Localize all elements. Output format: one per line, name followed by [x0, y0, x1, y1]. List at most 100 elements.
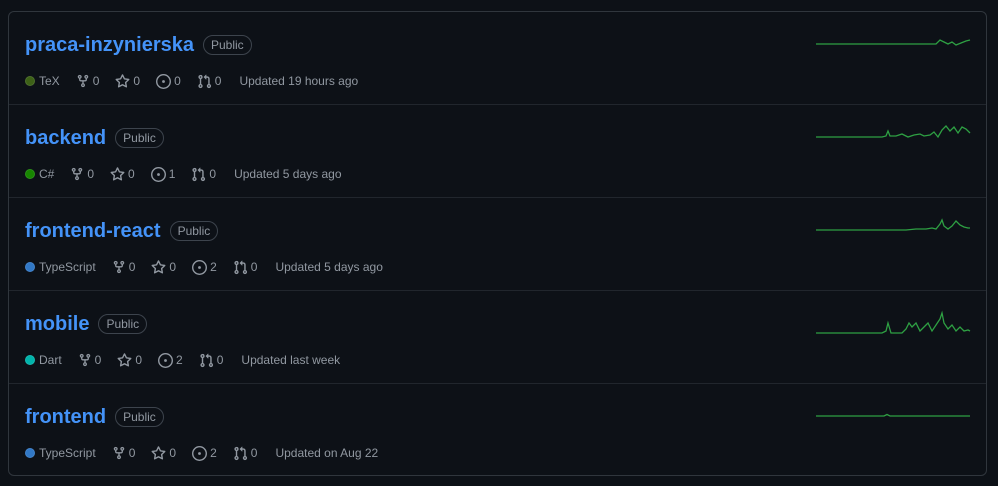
- fork-icon: [113, 446, 124, 460]
- language-color-dot: [25, 448, 35, 458]
- issues-count: 1: [168, 167, 176, 181]
- repo-row: praca-inzynierska Public TeX 0 0 0 0 Upd…: [9, 12, 986, 105]
- issues-count: 0: [174, 74, 181, 88]
- stars-link[interactable]: 0: [115, 73, 141, 89]
- updated-time: Updated 5 days ago: [234, 167, 342, 181]
- forks-count: 0: [92, 74, 100, 88]
- repo-meta: Dart 0 0 2 0 Updated last week: [25, 351, 340, 369]
- updated-time: Updated last week: [241, 353, 341, 367]
- language: TypeScript: [25, 260, 96, 274]
- visibility-badge: Public: [115, 407, 164, 427]
- fork-icon: [77, 74, 88, 88]
- issues-link[interactable]: 0: [156, 73, 181, 89]
- repo-meta: C# 0 0 1 0 Updated 5 days ago: [25, 165, 342, 183]
- language-label: TypeScript: [39, 260, 96, 274]
- repo-row: frontend Public TypeScript 0 0 2 0 Updat…: [9, 384, 986, 475]
- issues-count: 2: [210, 446, 217, 460]
- activity-sparkline: [816, 310, 971, 334]
- repo-name-link[interactable]: frontend: [25, 405, 106, 429]
- forks-count: 0: [128, 446, 136, 460]
- visibility-badge: Public: [169, 221, 219, 241]
- repository-list: praca-inzynierska Public TeX 0 0 0 0 Upd…: [8, 11, 987, 476]
- updated-time: Updated on Aug 22: [275, 446, 379, 460]
- issue-icon: [150, 166, 166, 182]
- activity-sparkline: [816, 218, 970, 231]
- pulls-count: 0: [216, 353, 224, 367]
- forks-count: 0: [94, 353, 102, 367]
- language: C#: [25, 167, 54, 181]
- stars-count: 0: [169, 446, 177, 460]
- pulls-link[interactable]: 0: [197, 74, 222, 89]
- issues-link[interactable]: 2: [192, 445, 217, 461]
- stars-count: 0: [135, 353, 143, 367]
- pulls-link[interactable]: 0: [233, 446, 258, 461]
- star-icon: [117, 352, 132, 367]
- pulls-count: 0: [214, 74, 222, 88]
- issues-link[interactable]: 2: [158, 352, 183, 368]
- pulls-link[interactable]: 0: [233, 260, 258, 275]
- repo-meta: TeX 0 0 0 0 Updated 19 hours ago: [25, 72, 358, 90]
- forks-link[interactable]: 0: [78, 353, 102, 367]
- forks-link[interactable]: 0: [70, 167, 94, 181]
- issues-count: 2: [210, 260, 217, 274]
- language: TypeScript: [25, 446, 96, 460]
- stars-link[interactable]: 0: [151, 445, 177, 461]
- repo-name-link[interactable]: backend: [25, 126, 106, 150]
- sparkline-line: [816, 218, 970, 231]
- stars-count: 0: [128, 167, 135, 181]
- pull-request-icon: [234, 260, 247, 274]
- sparkline-line: [816, 39, 971, 46]
- star-icon: [115, 73, 130, 88]
- activity-sparkline: [816, 39, 971, 46]
- fork-icon: [79, 353, 90, 367]
- star-icon: [151, 445, 166, 460]
- stars-link[interactable]: 0: [117, 352, 143, 368]
- language-color-dot: [25, 76, 35, 86]
- pulls-count: 0: [250, 260, 258, 274]
- pull-request-icon: [192, 167, 206, 181]
- activity-sparkline: [816, 413, 970, 417]
- forks-count: 0: [128, 260, 136, 274]
- repo-name-link[interactable]: praca-inzynierska: [25, 33, 194, 57]
- language-color-dot: [25, 355, 35, 365]
- pull-request-icon: [200, 353, 213, 367]
- issues-link[interactable]: 1: [150, 166, 176, 182]
- issue-icon: [156, 73, 172, 89]
- star-icon: [151, 259, 166, 274]
- repo-title-line: frontend-react Public: [25, 219, 219, 243]
- pull-request-icon: [234, 446, 247, 460]
- stars-link[interactable]: 0: [151, 259, 176, 275]
- forks-link[interactable]: 0: [76, 74, 100, 88]
- issues-link[interactable]: 2: [192, 259, 217, 275]
- stars-count: 0: [133, 74, 141, 88]
- forks-link[interactable]: 0: [112, 260, 136, 274]
- pulls-count: 0: [209, 167, 217, 181]
- repo-meta: TypeScript 0 0 2 0 Updated on Aug 22: [25, 444, 378, 462]
- language-label: TypeScript: [39, 446, 96, 460]
- pulls-link[interactable]: 0: [191, 167, 216, 182]
- updated-time: Updated 19 hours ago: [239, 74, 359, 88]
- repo-meta: TypeScript 0 0 2 0 Updated 5 days ago: [25, 258, 383, 276]
- language: Dart: [25, 353, 62, 367]
- forks-link[interactable]: 0: [112, 446, 136, 460]
- fork-icon: [113, 260, 124, 274]
- language-label: C#: [39, 167, 55, 181]
- visibility-badge: Public: [202, 35, 252, 55]
- repo-row: mobile Public Dart 0 0 2 0 Updated last …: [9, 291, 986, 384]
- language-color-dot: [25, 262, 35, 272]
- pull-request-icon: [198, 74, 211, 88]
- visibility-badge: Public: [115, 128, 164, 148]
- activity-sparkline: [816, 125, 971, 139]
- pulls-link[interactable]: 0: [199, 353, 224, 368]
- issues-count: 2: [176, 353, 183, 367]
- issue-icon: [192, 259, 208, 275]
- repo-title-line: praca-inzynierska Public: [25, 33, 252, 57]
- stars-link[interactable]: 0: [110, 166, 135, 182]
- repo-row: backend Public C# 0 0 1 0 Updated 5 days…: [9, 105, 986, 198]
- forks-count: 0: [87, 167, 95, 181]
- repo-name-link[interactable]: frontend-react: [25, 219, 161, 243]
- star-icon: [110, 166, 125, 181]
- repo-title-line: backend Public: [25, 126, 164, 150]
- pulls-count: 0: [250, 446, 258, 460]
- repo-name-link[interactable]: mobile: [25, 312, 89, 336]
